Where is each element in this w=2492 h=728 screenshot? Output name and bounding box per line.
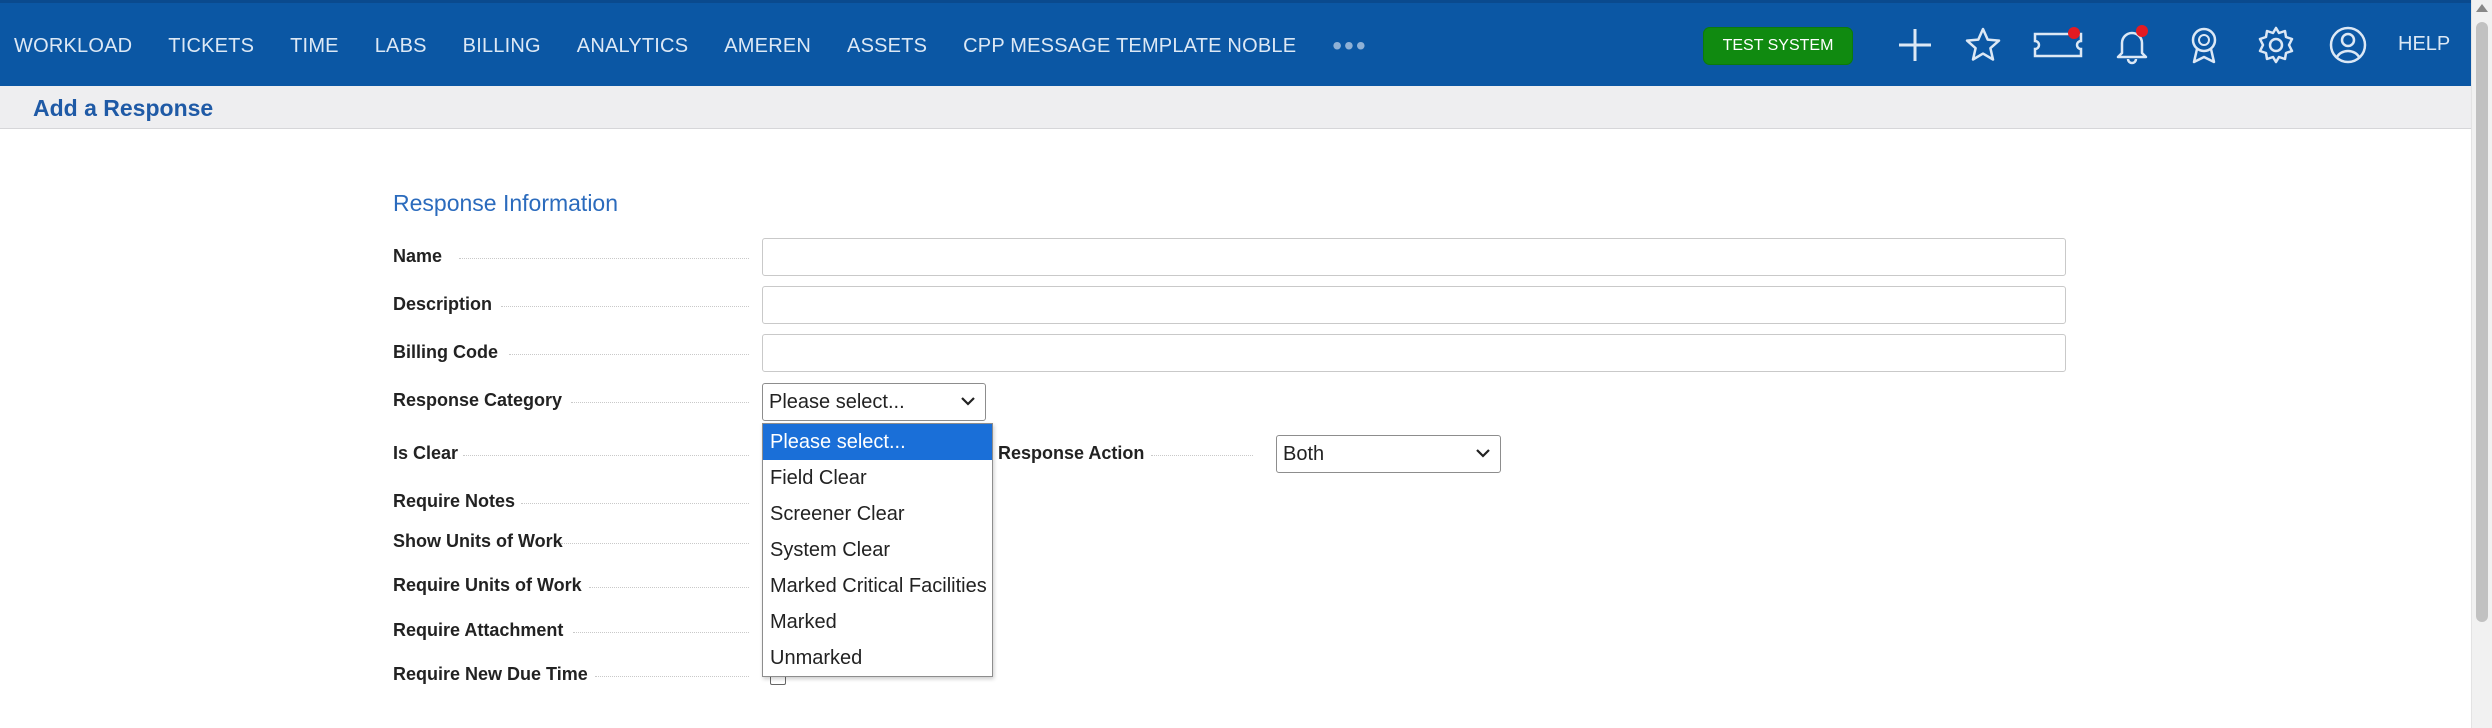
main-nav: WORKLOAD TICKETS TIME LABS BILLING ANALY… xyxy=(0,3,1368,89)
require-due-time-label: Require New Due Time xyxy=(393,664,588,684)
description-label: Description xyxy=(393,294,493,314)
more-menu-icon[interactable]: ••• xyxy=(1332,30,1367,62)
response-category-dropdown: Please select... Field Clear Screener Cl… xyxy=(762,423,993,677)
nav-ameren[interactable]: AMEREN xyxy=(724,35,811,58)
leader-line xyxy=(573,632,749,633)
leader-line xyxy=(501,306,749,307)
leader-line xyxy=(589,587,749,588)
option-marked-critical-facilities[interactable]: Marked Critical Facilities xyxy=(763,568,992,604)
nav-assets[interactable]: ASSETS xyxy=(847,35,927,58)
leader-line xyxy=(1151,455,1253,456)
response-category-label: Response Category xyxy=(393,390,563,410)
show-units-label: Show Units of Work xyxy=(393,531,563,551)
leader-line xyxy=(595,676,749,677)
billing-code-input[interactable] xyxy=(762,334,2066,372)
name-label: Name xyxy=(393,246,443,266)
billing-code-label: Billing Code xyxy=(393,342,498,362)
description-input[interactable] xyxy=(762,286,2066,324)
option-field-clear[interactable]: Field Clear xyxy=(763,460,992,496)
page-header-bar: Add a Response xyxy=(0,86,2472,129)
bell-icon[interactable] xyxy=(2110,23,2154,67)
user-icon[interactable] xyxy=(2326,23,2370,67)
nav-analytics[interactable]: ANALYTICS xyxy=(577,35,688,58)
option-unmarked[interactable]: Unmarked xyxy=(763,640,992,676)
scroll-up-icon[interactable] xyxy=(2476,4,2488,12)
star-icon[interactable] xyxy=(1961,23,2005,67)
vertical-scrollbar[interactable] xyxy=(2471,0,2492,728)
require-units-label: Require Units of Work xyxy=(393,575,582,595)
response-category-value: Please select... xyxy=(769,390,905,413)
option-please-select[interactable]: Please select... xyxy=(763,424,992,460)
page-title: Add a Response xyxy=(33,95,214,121)
option-screener-clear[interactable]: Screener Clear xyxy=(763,496,992,532)
response-category-select[interactable]: Please select... xyxy=(762,383,986,421)
name-input[interactable] xyxy=(762,238,2066,276)
leader-line xyxy=(521,503,749,504)
response-action-label: e Response Action xyxy=(983,443,1145,463)
bell-notification-dot xyxy=(2136,25,2148,37)
response-action-value: Both xyxy=(1283,442,1325,465)
chevron-down-icon xyxy=(961,397,975,406)
test-system-badge: TEST SYSTEM xyxy=(1703,27,1853,65)
leader-line xyxy=(463,455,749,456)
top-navigation-bar: WORKLOAD TICKETS TIME LABS BILLING ANALY… xyxy=(0,0,2472,86)
require-notes-label: Require Notes xyxy=(393,491,516,511)
award-icon[interactable] xyxy=(2182,23,2226,67)
gear-icon[interactable] xyxy=(2254,23,2298,67)
nav-cpp-message-template[interactable]: CPP MESSAGE TEMPLATE NOBLE xyxy=(963,35,1296,58)
scrollbar-thumb[interactable] xyxy=(2476,22,2488,622)
nav-workload[interactable]: WORKLOAD xyxy=(14,35,132,58)
is-clear-label: Is Clear xyxy=(393,443,459,463)
section-title: Response Information xyxy=(393,190,619,216)
leader-line xyxy=(561,543,749,544)
help-link[interactable]: HELP xyxy=(2398,33,2450,56)
ticket-icon[interactable] xyxy=(2031,23,2085,67)
chevron-down-icon xyxy=(1476,449,1490,458)
nav-tickets[interactable]: TICKETS xyxy=(168,35,254,58)
plus-icon[interactable] xyxy=(1893,23,1937,67)
leader-line xyxy=(571,402,749,403)
nav-labs[interactable]: LABS xyxy=(375,35,427,58)
ticket-notification-dot xyxy=(2068,27,2080,39)
nav-time[interactable]: TIME xyxy=(290,35,339,58)
require-attachment-label: Require Attachment xyxy=(393,620,564,640)
leader-line xyxy=(459,258,749,259)
nav-billing[interactable]: BILLING xyxy=(463,35,541,58)
option-system-clear[interactable]: System Clear xyxy=(763,532,992,568)
option-marked[interactable]: Marked xyxy=(763,604,992,640)
response-action-select[interactable]: Both xyxy=(1276,435,1501,473)
leader-line xyxy=(509,354,749,355)
